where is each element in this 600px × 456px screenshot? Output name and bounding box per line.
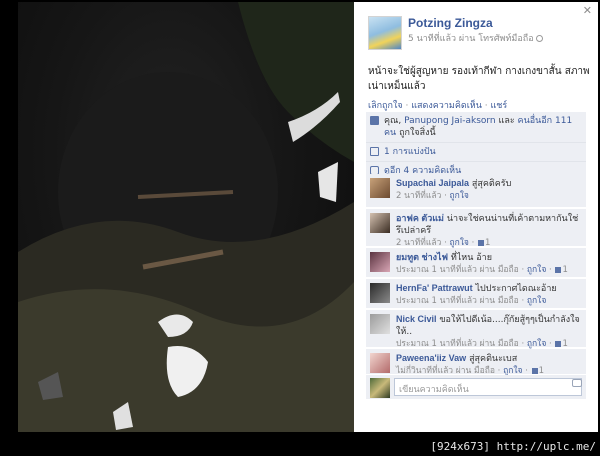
post-header: Potzing Zingza 5 นาทีที่แล้ว ผ่าน โทรศัพ… [368, 16, 543, 50]
shares-link[interactable]: 1 การแบ่งปัน [384, 147, 436, 157]
likes-row: คุณ, Panupong Jai-aksorn และ คนอื่นอีก 1… [366, 112, 586, 143]
photo-viewer: ✕ Potzing Zingza 5 นาทีที่แล้ว ผ่าน โทรศ… [0, 0, 600, 456]
comment-text: ไปประกาศไดณะอ้าย [475, 284, 557, 294]
post-actions: เลิกถูกใจ · แสดงความคิดเห็น · แชร์ [368, 101, 508, 111]
comment-item: HernFa' Pattrawut ไปประกาศไดณะอ้าย ประมา… [366, 279, 586, 309]
shares-row: 1 การแบ่งปัน [366, 143, 586, 162]
thumbs-up-icon [555, 340, 562, 347]
comment-like-link[interactable]: ถูกใจ [449, 238, 468, 248]
commenter-avatar[interactable] [370, 353, 390, 373]
comment-like-count[interactable]: 1 [562, 265, 567, 275]
commenter-name[interactable]: อาฟค ตัวแม่ [396, 213, 444, 223]
commenter-avatar[interactable] [370, 213, 390, 233]
comment-meta: ประมาณ 1 นาทีที่แล้ว ผ่าน มือถือ · ถูกใจ… [396, 265, 568, 275]
comment-link[interactable]: แสดงความคิดเห็น [411, 101, 482, 111]
author-avatar[interactable] [368, 16, 402, 50]
share-icon [370, 147, 379, 156]
comment-like-link[interactable]: ถูกใจ [527, 339, 546, 349]
comment-input[interactable]: เขียนความคิดเห็น [394, 378, 582, 396]
comment-item: ยมทูต ช่างไฟ ที่ไหน อ้าย ประมาณ 1 นาทีที… [366, 248, 586, 278]
viewer-avatar [370, 378, 390, 398]
commenter-avatar[interactable] [370, 283, 390, 303]
photo[interactable] [18, 2, 354, 432]
comment-like-link[interactable]: ถูกใจ [527, 265, 546, 275]
share-link[interactable]: แชร์ [490, 101, 507, 111]
close-icon[interactable]: ✕ [583, 4, 592, 17]
comment-like-link[interactable]: ถูกใจ [527, 296, 546, 306]
post-text: หน้าจะใช่ผู้สูญหาย รองเท้ากีฬา กางเกงขาส… [368, 66, 590, 92]
commenter-avatar[interactable] [370, 178, 390, 198]
comment-like-count[interactable]: 1 [562, 339, 567, 349]
commenter-name[interactable]: ยมทูต ช่างไฟ [396, 252, 448, 262]
comment-text: สู่สุคติครับ [471, 179, 512, 189]
comment-item: Nick Civil ขอให้ไปดีเน้อ....กุ๊กัยสู้ๆๆเ… [366, 310, 586, 349]
post-timestamp[interactable]: 5 นาทีที่แล้ว ผ่าน โทรศัพท์มือถือ [408, 31, 543, 45]
comment-meta: 2 นาทีที่แล้ว · ถูกใจ [396, 191, 469, 201]
watermark: [924x673] http://uplc.me/ [430, 440, 596, 453]
thumbs-up-icon [370, 116, 379, 125]
comment-like-link[interactable]: ถูกใจ [449, 191, 468, 201]
thumbs-up-icon [555, 266, 562, 273]
unlike-link[interactable]: เลิกถูกใจ [368, 101, 403, 111]
comment-item: อาฟค ตัวแม่ น่าจะใช่คนน่านที่เค้าตามหากั… [366, 209, 586, 248]
photo-image [18, 2, 354, 432]
comment-text: สู่สุคตินะเบส [469, 354, 518, 364]
author-name[interactable]: Potzing Zingza [408, 16, 543, 30]
comment-meta: ประมาณ 1 นาทีที่แล้ว ผ่าน มือถือ · ถูกใจ [396, 296, 547, 306]
comment-text: ที่ไหน อ้าย [450, 253, 492, 263]
comment-item: Supachai Jaipala สู่สุคติครับ 2 นาทีที่แ… [366, 174, 586, 208]
globe-icon [535, 35, 543, 42]
thumbs-up-icon [531, 367, 538, 374]
thumbs-up-icon [478, 239, 485, 246]
comment-like-count[interactable]: 1 [485, 238, 490, 248]
ufi-summary: คุณ, Panupong Jai-aksorn และ คนอื่นอีก 1… [366, 112, 586, 181]
commenter-avatar[interactable] [370, 314, 390, 334]
post-side-panel: ✕ Potzing Zingza 5 นาทีที่แล้ว ผ่าน โทรศ… [354, 2, 598, 432]
commenter-name[interactable]: HernFa' Pattrawut [396, 283, 473, 293]
comment-item: Paweena'iiz Vaw สู่สุคตินะเบส ไม่กี่วินา… [366, 349, 586, 376]
commenter-name[interactable]: Paweena'iiz Vaw [396, 353, 466, 363]
commenter-name[interactable]: Supachai Jaipala [396, 178, 469, 188]
camera-icon[interactable] [572, 379, 582, 387]
liker-name-link[interactable]: Panupong Jai-aksorn [404, 116, 496, 126]
commenter-avatar[interactable] [370, 252, 390, 272]
reply-box: เขียนความคิดเห็น [366, 375, 586, 399]
commenter-name[interactable]: Nick Civil [396, 314, 437, 324]
